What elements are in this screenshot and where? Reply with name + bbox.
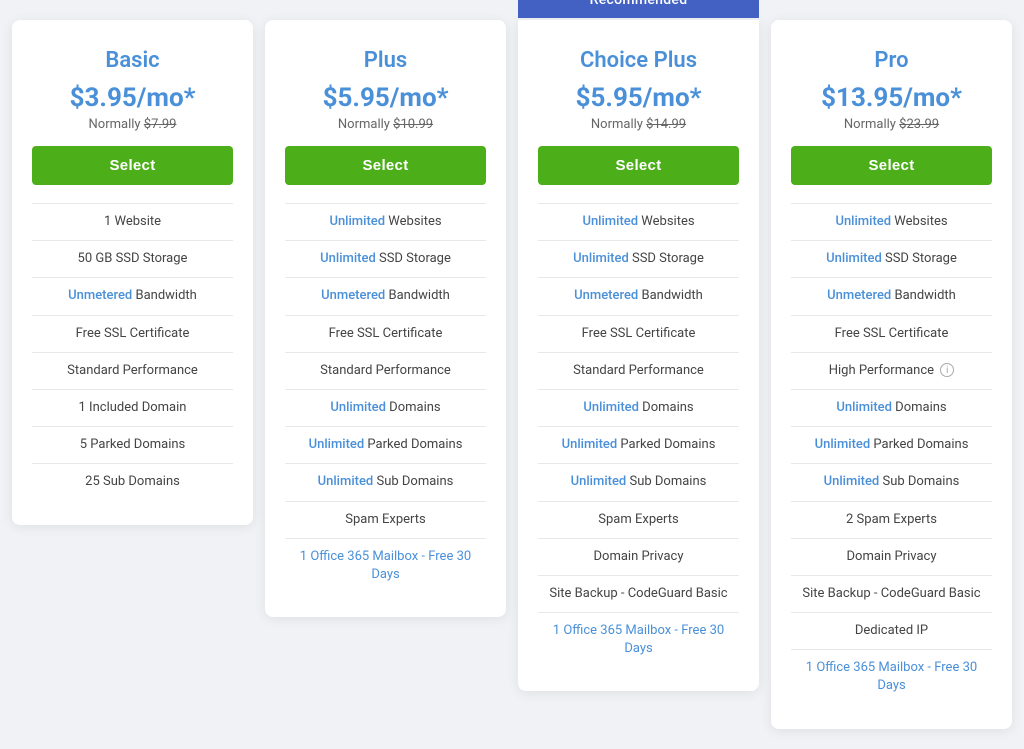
feature-item: 1 Website: [32, 204, 233, 241]
plan-normal-price-basic: Normally $7.99: [32, 117, 233, 132]
feature-item: Free SSL Certificate: [538, 316, 739, 353]
features-list-basic: 1 Website50 GB SSD StorageUnmetered Band…: [32, 203, 233, 501]
plan-name-pro: Pro: [791, 48, 992, 73]
feature-item: Site Backup - CodeGuard Basic: [538, 576, 739, 613]
feature-item: Free SSL Certificate: [32, 316, 233, 353]
info-icon[interactable]: i: [940, 363, 954, 377]
plan-name-choice-plus: Choice Plus: [538, 48, 739, 73]
feature-item: 2 Spam Experts: [791, 502, 992, 539]
feature-item: Unmetered Bandwidth: [538, 278, 739, 315]
feature-item: Site Backup - CodeGuard Basic: [791, 576, 992, 613]
feature-item: Unlimited Domains: [791, 390, 992, 427]
recommended-badge: Recommended: [518, 0, 759, 18]
select-button-plus[interactable]: Select: [285, 146, 486, 185]
plan-card-basic: Basic $3.95/mo* Normally $7.99 Select 1 Webs…: [12, 20, 253, 525]
feature-item: Unlimited SSD Storage: [791, 241, 992, 278]
feature-item: Dedicated IP: [791, 613, 992, 650]
feature-item: Free SSL Certificate: [791, 316, 992, 353]
feature-item: 25 Sub Domains: [32, 464, 233, 500]
feature-item: Standard Performance: [285, 353, 486, 390]
feature-item: Unlimited Sub Domains: [538, 464, 739, 501]
feature-item: Unlimited Parked Domains: [791, 427, 992, 464]
feature-item: 1 Included Domain: [32, 390, 233, 427]
features-list-pro: Unlimited WebsitesUnlimited SSD StorageU…: [791, 203, 992, 705]
feature-item: High Performance i: [791, 353, 992, 390]
feature-item: Unlimited Websites: [791, 204, 992, 241]
plan-name-plus: Plus: [285, 48, 486, 73]
feature-item: 1 Office 365 Mailbox - Free 30 Days: [285, 539, 486, 593]
plan-card-choice-plus: RecommendedChoice Plus$5.95/mo*Normally …: [518, 20, 759, 691]
select-button-choice-plus[interactable]: Select: [538, 146, 739, 185]
plan-normal-price-choice-plus: Normally $14.99: [538, 117, 739, 132]
features-list-choice-plus: Unlimited WebsitesUnlimited SSD StorageU…: [538, 203, 739, 667]
plan-price-basic: $3.95/mo*: [32, 83, 233, 113]
feature-item: 5 Parked Domains: [32, 427, 233, 464]
plan-card-pro: Pro $13.95/mo* Normally $23.99 Select Unlimi…: [771, 20, 1012, 729]
feature-item: Unlimited Domains: [538, 390, 739, 427]
feature-item: Domain Privacy: [538, 539, 739, 576]
plan-card-plus: Plus $5.95/mo* Normally $10.99 Select Unlimi…: [265, 20, 506, 617]
plan-price-choice-plus: $5.95/mo*: [538, 83, 739, 113]
feature-item: Spam Experts: [538, 502, 739, 539]
feature-item: 1 Office 365 Mailbox - Free 30 Days: [791, 650, 992, 704]
feature-item: Unlimited SSD Storage: [538, 241, 739, 278]
feature-item: Standard Performance: [32, 353, 233, 390]
feature-item: Unlimited Domains: [285, 390, 486, 427]
feature-item: Unmetered Bandwidth: [285, 278, 486, 315]
select-button-basic[interactable]: Select: [32, 146, 233, 185]
feature-item: Unlimited Parked Domains: [285, 427, 486, 464]
feature-item: 50 GB SSD Storage: [32, 241, 233, 278]
feature-item: Free SSL Certificate: [285, 316, 486, 353]
feature-item: Unmetered Bandwidth: [791, 278, 992, 315]
feature-item: Unlimited Websites: [538, 204, 739, 241]
feature-item: Unlimited Sub Domains: [285, 464, 486, 501]
feature-item: Unlimited Parked Domains: [538, 427, 739, 464]
plan-normal-price-pro: Normally $23.99: [791, 117, 992, 132]
pricing-container: Basic $3.95/mo* Normally $7.99 Select 1 Webs…: [12, 20, 1012, 729]
feature-item: Unlimited SSD Storage: [285, 241, 486, 278]
feature-item: Standard Performance: [538, 353, 739, 390]
feature-item: Unmetered Bandwidth: [32, 278, 233, 315]
plan-normal-price-plus: Normally $10.99: [285, 117, 486, 132]
feature-item: Unlimited Sub Domains: [791, 464, 992, 501]
plan-price-plus: $5.95/mo*: [285, 83, 486, 113]
feature-item: Unlimited Websites: [285, 204, 486, 241]
plan-price-pro: $13.95/mo*: [791, 83, 992, 113]
select-button-pro[interactable]: Select: [791, 146, 992, 185]
plan-name-basic: Basic: [32, 48, 233, 73]
features-list-plus: Unlimited WebsitesUnlimited SSD StorageU…: [285, 203, 486, 593]
feature-item: Spam Experts: [285, 502, 486, 539]
feature-item: Domain Privacy: [791, 539, 992, 576]
feature-item: 1 Office 365 Mailbox - Free 30 Days: [538, 613, 739, 667]
